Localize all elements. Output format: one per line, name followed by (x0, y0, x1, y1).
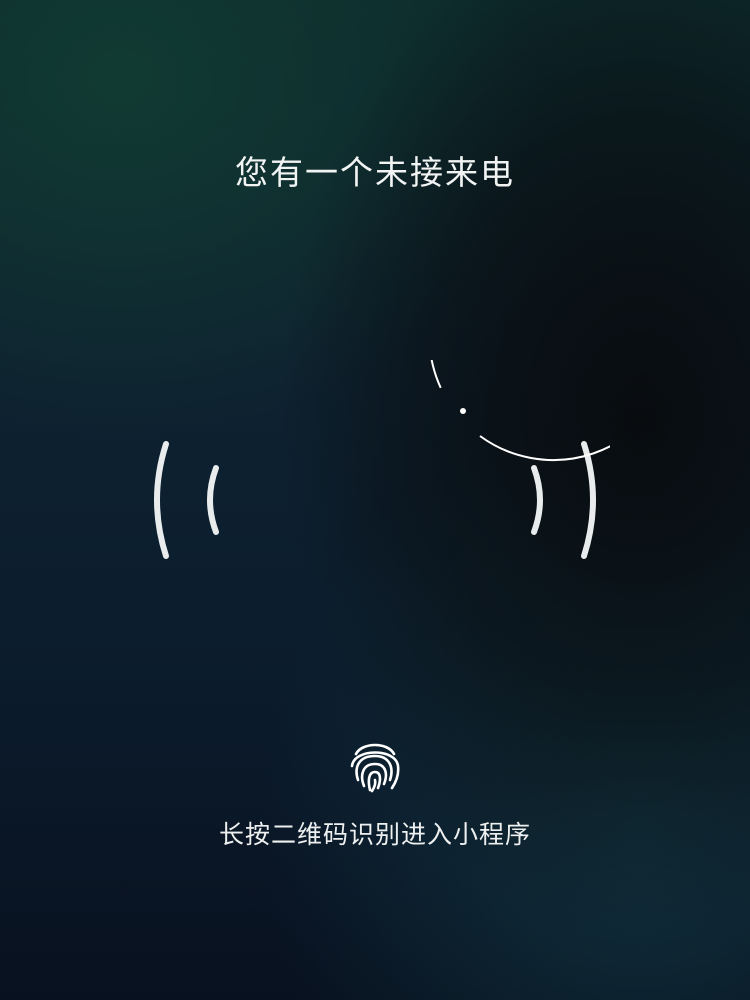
call-ring-graphic (154, 360, 610, 559)
sound-wave-inner-right-icon (531, 465, 543, 535)
sound-wave-outer-right-icon (581, 441, 596, 559)
incoming-call-screen: 您有一个未接来电 长按二维码识别进入小程序 (0, 0, 750, 1000)
sound-wave-inner-left-icon (207, 465, 219, 535)
missed-call-title: 您有一个未接来电 (235, 153, 515, 192)
call-ring-area (140, 360, 610, 640)
scan-qr-hint: 长按二维码识别进入小程序 (218, 820, 531, 849)
ring-dot-icon (460, 408, 466, 414)
sound-wave-outer-left-icon (154, 441, 169, 559)
fingerprint-icon[interactable] (346, 736, 404, 794)
